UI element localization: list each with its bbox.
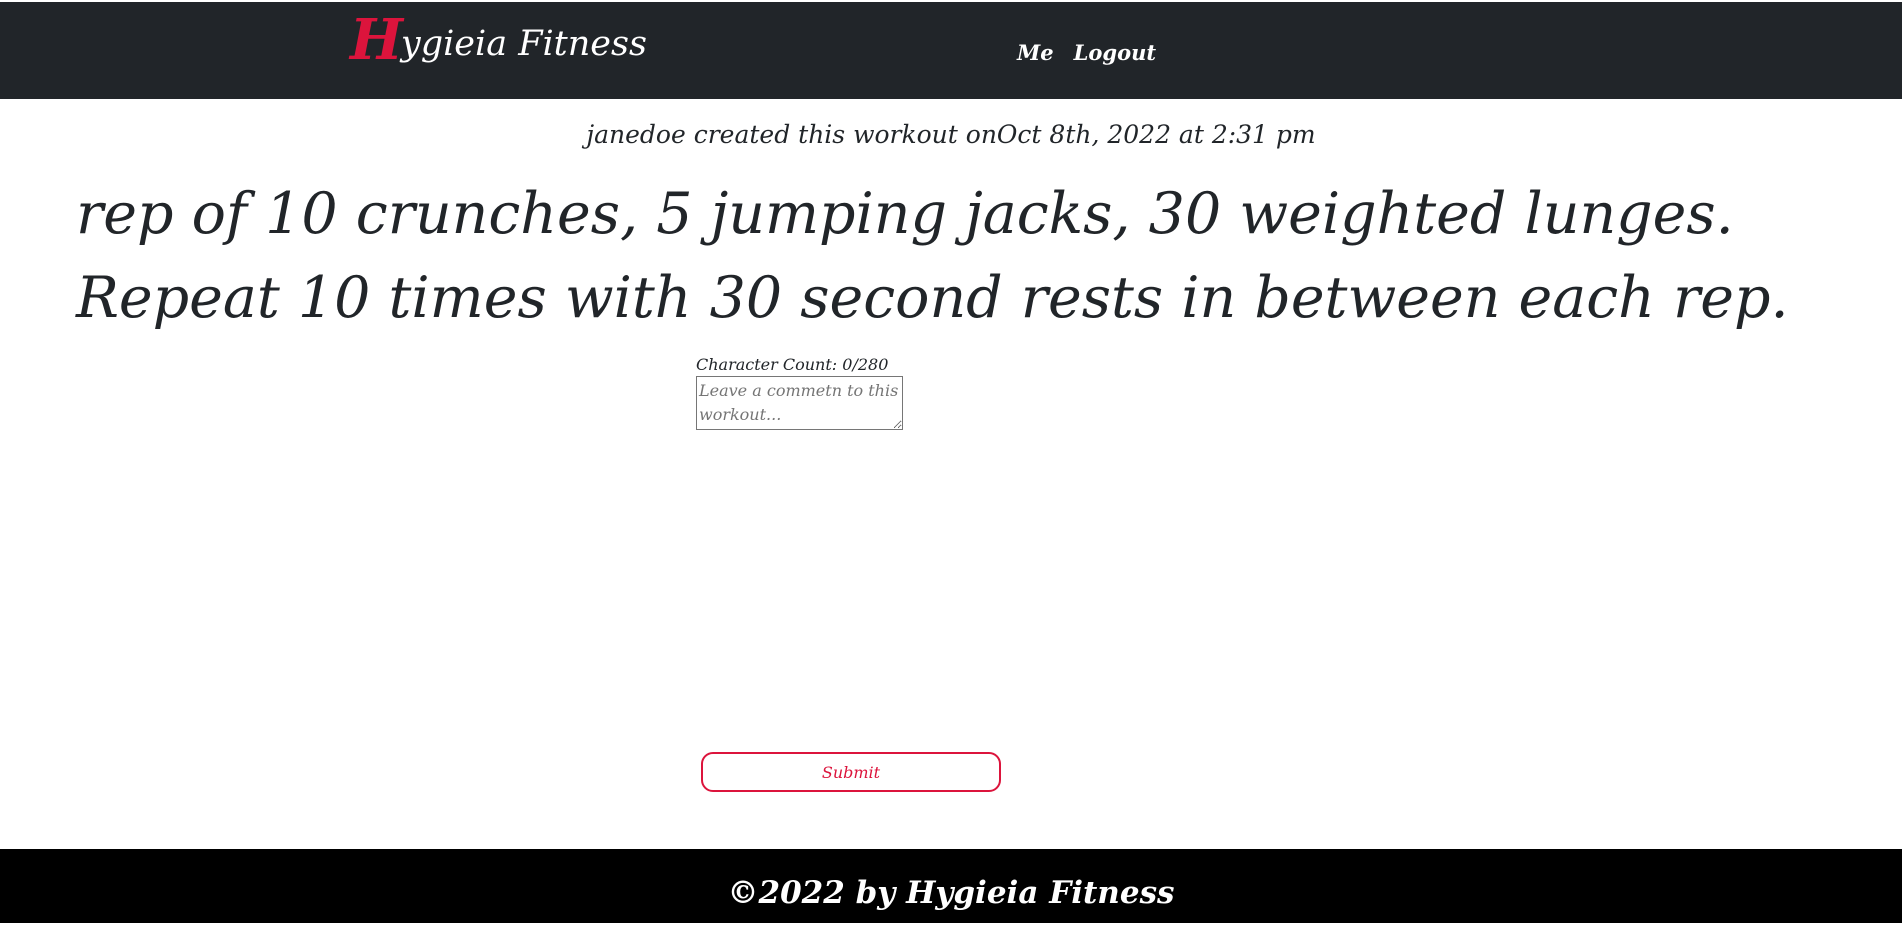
nav-me-link[interactable]: Me xyxy=(1017,40,1054,65)
nav-links: Me Logout xyxy=(1017,40,1156,65)
footer: ©2022 by Hygieia Fitness xyxy=(0,849,1902,923)
brand-initial: H xyxy=(350,7,403,73)
comment-form: Character Count: 0/280 xyxy=(696,356,903,430)
nav-logout-link[interactable]: Logout xyxy=(1074,40,1156,65)
submit-button[interactable]: Submit xyxy=(701,752,1001,792)
workout-description: rep of 10 crunches, 5 jumping jacks, 30 … xyxy=(76,181,1789,331)
character-count: Character Count: 0/280 xyxy=(696,355,889,374)
workout-meta: janedoe created this workout onOct 8th, … xyxy=(586,120,1316,149)
top-navbar: Hygieia Fitness Me Logout xyxy=(0,2,1902,99)
comment-input[interactable] xyxy=(696,376,903,430)
brand-name: ygieia Fitness xyxy=(400,24,647,64)
brand-logo[interactable]: Hygieia Fitness xyxy=(350,12,647,68)
